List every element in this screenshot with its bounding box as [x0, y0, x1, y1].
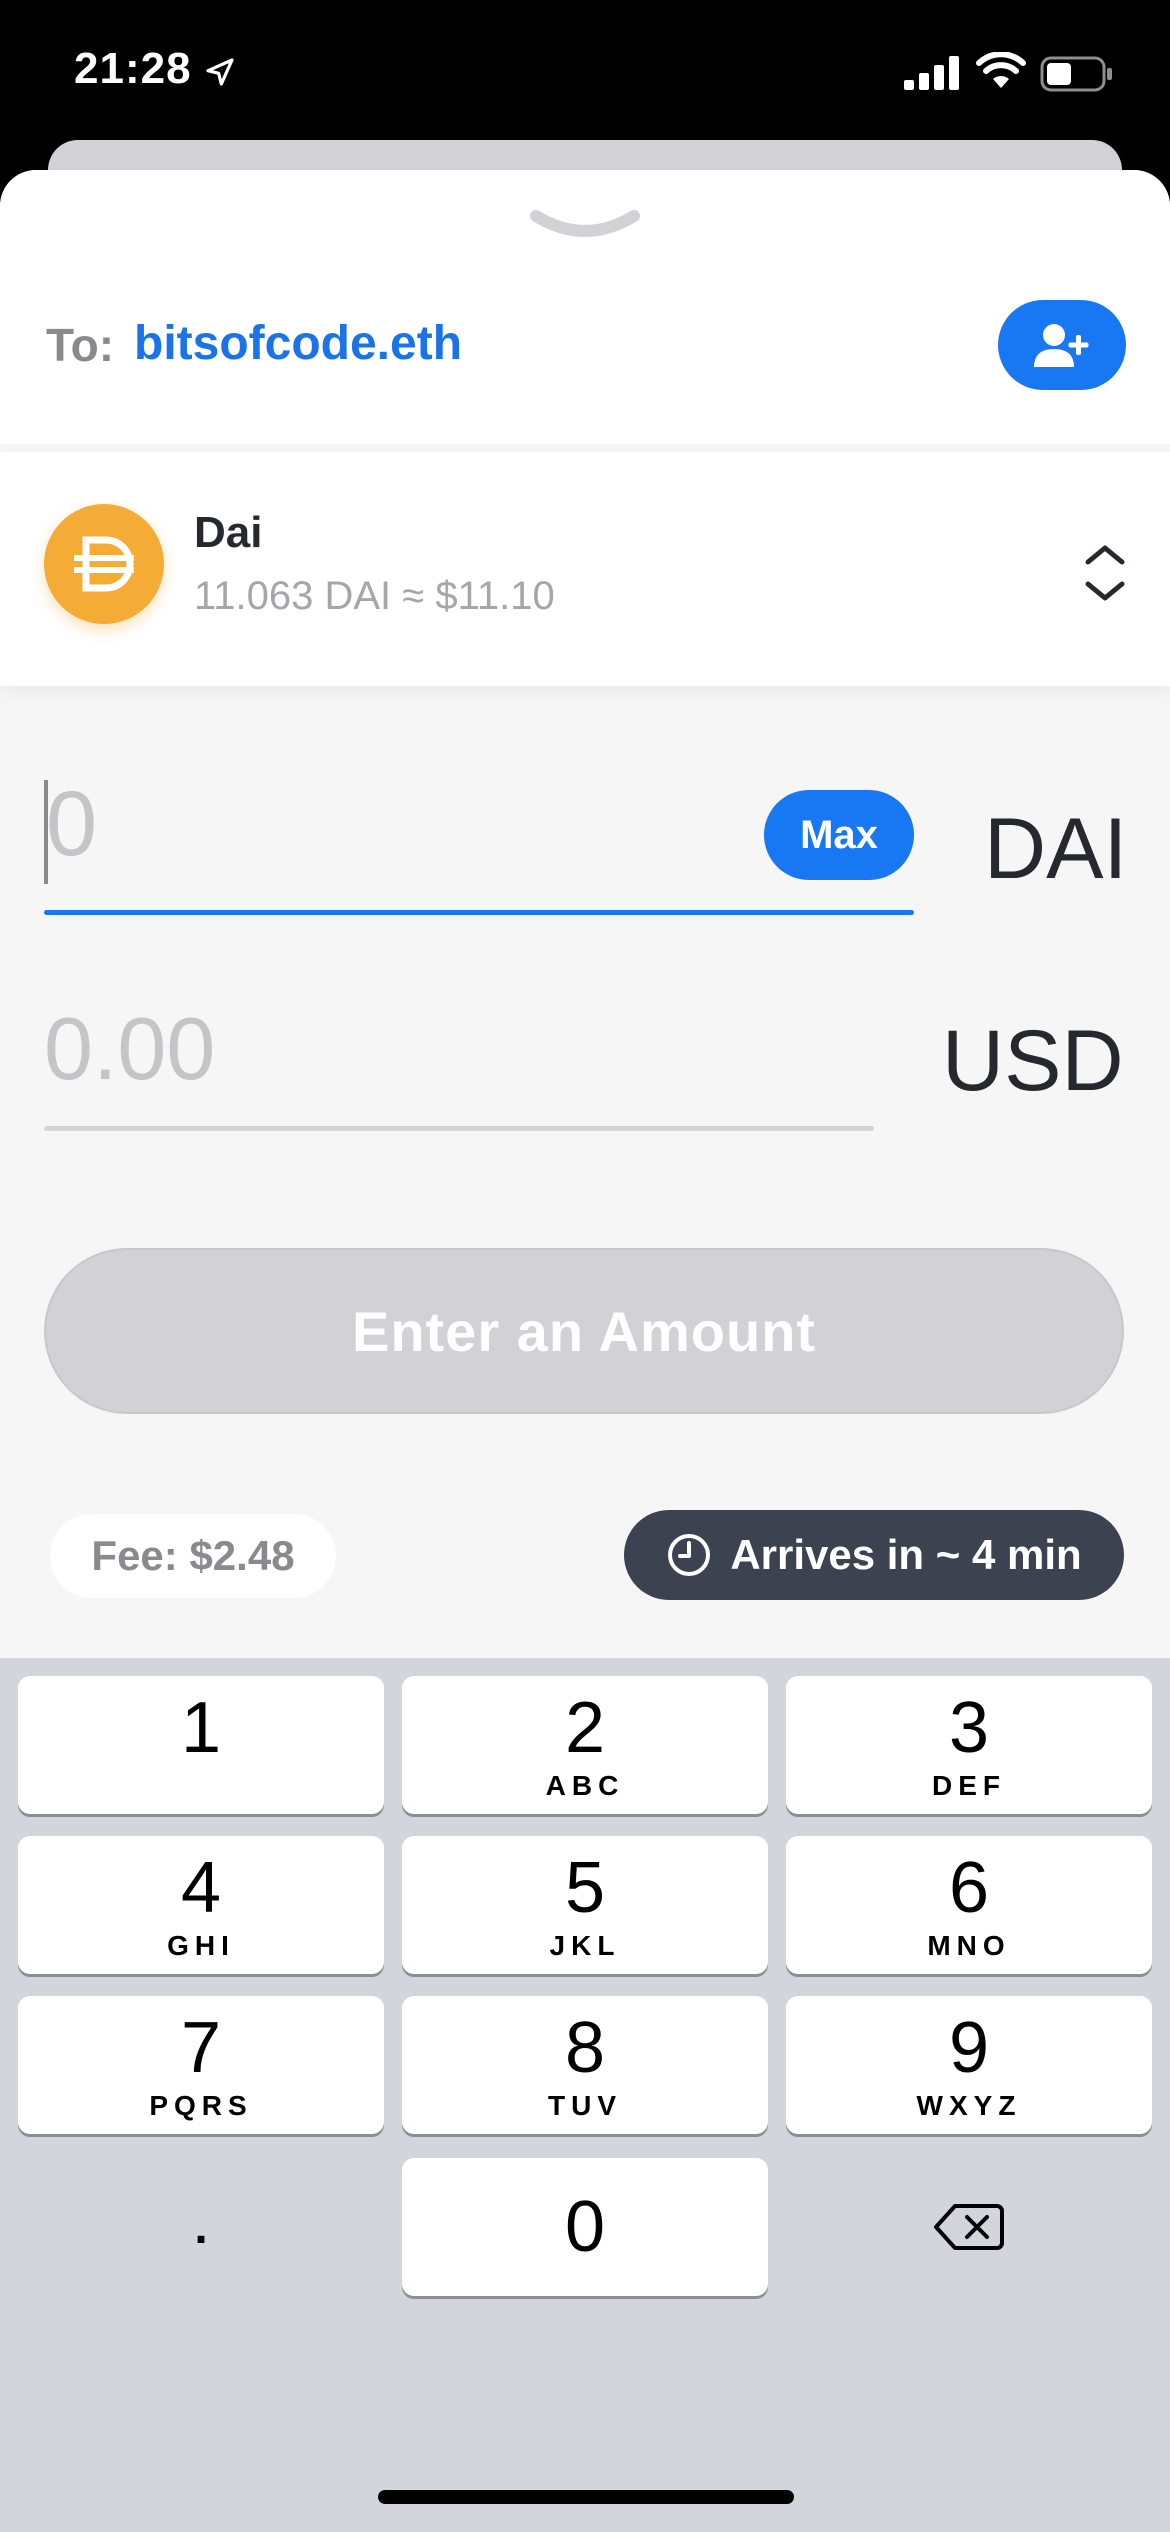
key-letters: JKL	[549, 1930, 621, 1961]
key-letters: ABC	[545, 1770, 625, 1801]
key-letters: PQRS	[149, 2090, 253, 2121]
add-contact-icon	[1034, 324, 1089, 367]
key-letters: TUV	[548, 2090, 622, 2121]
key-9[interactable]: 9 WXYZ	[786, 1996, 1152, 2134]
key-digit: 5	[564, 1848, 606, 1928]
decimal-label: .	[194, 2200, 208, 2254]
location-arrow-icon	[206, 58, 234, 86]
max-button[interactable]: Max	[764, 790, 914, 880]
amount-underline	[44, 910, 914, 915]
key-4[interactable]: 4 GHI	[18, 1836, 384, 1974]
status-bar: 21:28	[0, 0, 1170, 160]
key-digit: 9	[948, 2008, 990, 2088]
key-digit: 1	[180, 1688, 222, 1768]
home-indicator	[378, 2490, 794, 2504]
fiat-amount-input[interactable]: 0.00	[44, 998, 215, 1100]
delete-key[interactable]	[786, 2158, 1152, 2296]
text-caret	[44, 780, 48, 884]
key-letters: MNO	[927, 1930, 1011, 1961]
eta-label: Arrives in ~ 4 min	[730, 1531, 1082, 1578]
enter-amount-button[interactable]: Enter an Amount	[44, 1248, 1124, 1414]
recipient-value[interactable]: bitsofcode.eth	[134, 316, 462, 371]
key-6[interactable]: 6 MNO	[786, 1836, 1152, 1974]
amount-unit: DAI	[984, 801, 1128, 897]
key-0[interactable]: 0	[402, 2158, 768, 2296]
eta-badge[interactable]: Arrives in ~ 4 min	[624, 1510, 1124, 1600]
fiat-unit: USD	[942, 1013, 1124, 1109]
wifi-icon	[976, 52, 1026, 88]
key-letters: DEF	[932, 1770, 1006, 1801]
chevron-up-down-icon[interactable]	[1080, 540, 1130, 606]
recipient-label: To:	[46, 319, 115, 371]
token-name: Dai	[194, 508, 263, 557]
key-letters: WXYZ	[916, 2090, 1022, 2121]
key-digit: 6	[948, 1848, 990, 1928]
key-digit: 3	[948, 1688, 990, 1768]
token-balance: 11.063 DAI ≈ $11.10	[194, 574, 555, 618]
key-5[interactable]: 5 JKL	[402, 1836, 768, 1974]
fiat-underline	[44, 1126, 874, 1131]
key-7[interactable]: 7 PQRS	[18, 1996, 384, 2134]
add-contact-button[interactable]	[998, 300, 1126, 390]
cellular-signal-icon	[904, 56, 959, 90]
clock-icon	[668, 1534, 711, 1576]
dai-icon	[44, 504, 164, 624]
token-selector[interactable]: Dai 11.063 DAI ≈ $11.10	[0, 452, 1170, 686]
key-3[interactable]: 3 DEF	[786, 1676, 1152, 1814]
amount-placeholder: 0	[46, 773, 98, 875]
key-digit: 0	[564, 2187, 606, 2267]
key-digit: 7	[180, 2008, 222, 2088]
key-8[interactable]: 8 TUV	[402, 1996, 768, 2134]
recipient-row: To: bitsofcode.eth	[0, 170, 1170, 444]
key-decimal[interactable]: .	[18, 2158, 384, 2296]
status-time: 21:28	[74, 44, 192, 93]
key-digit: 2	[564, 1688, 606, 1768]
key-2[interactable]: 2 ABC	[402, 1676, 768, 1814]
battery-icon	[1040, 56, 1112, 92]
fee-badge[interactable]: Fee: $2.48	[50, 1514, 336, 1598]
key-digit: 8	[564, 2008, 606, 2088]
chevron-down-icon[interactable]	[526, 206, 644, 246]
key-1[interactable]: 1	[18, 1676, 384, 1814]
key-digit: 4	[180, 1848, 222, 1928]
backspace-icon	[934, 2204, 1004, 2250]
key-letters: GHI	[167, 1930, 235, 1961]
